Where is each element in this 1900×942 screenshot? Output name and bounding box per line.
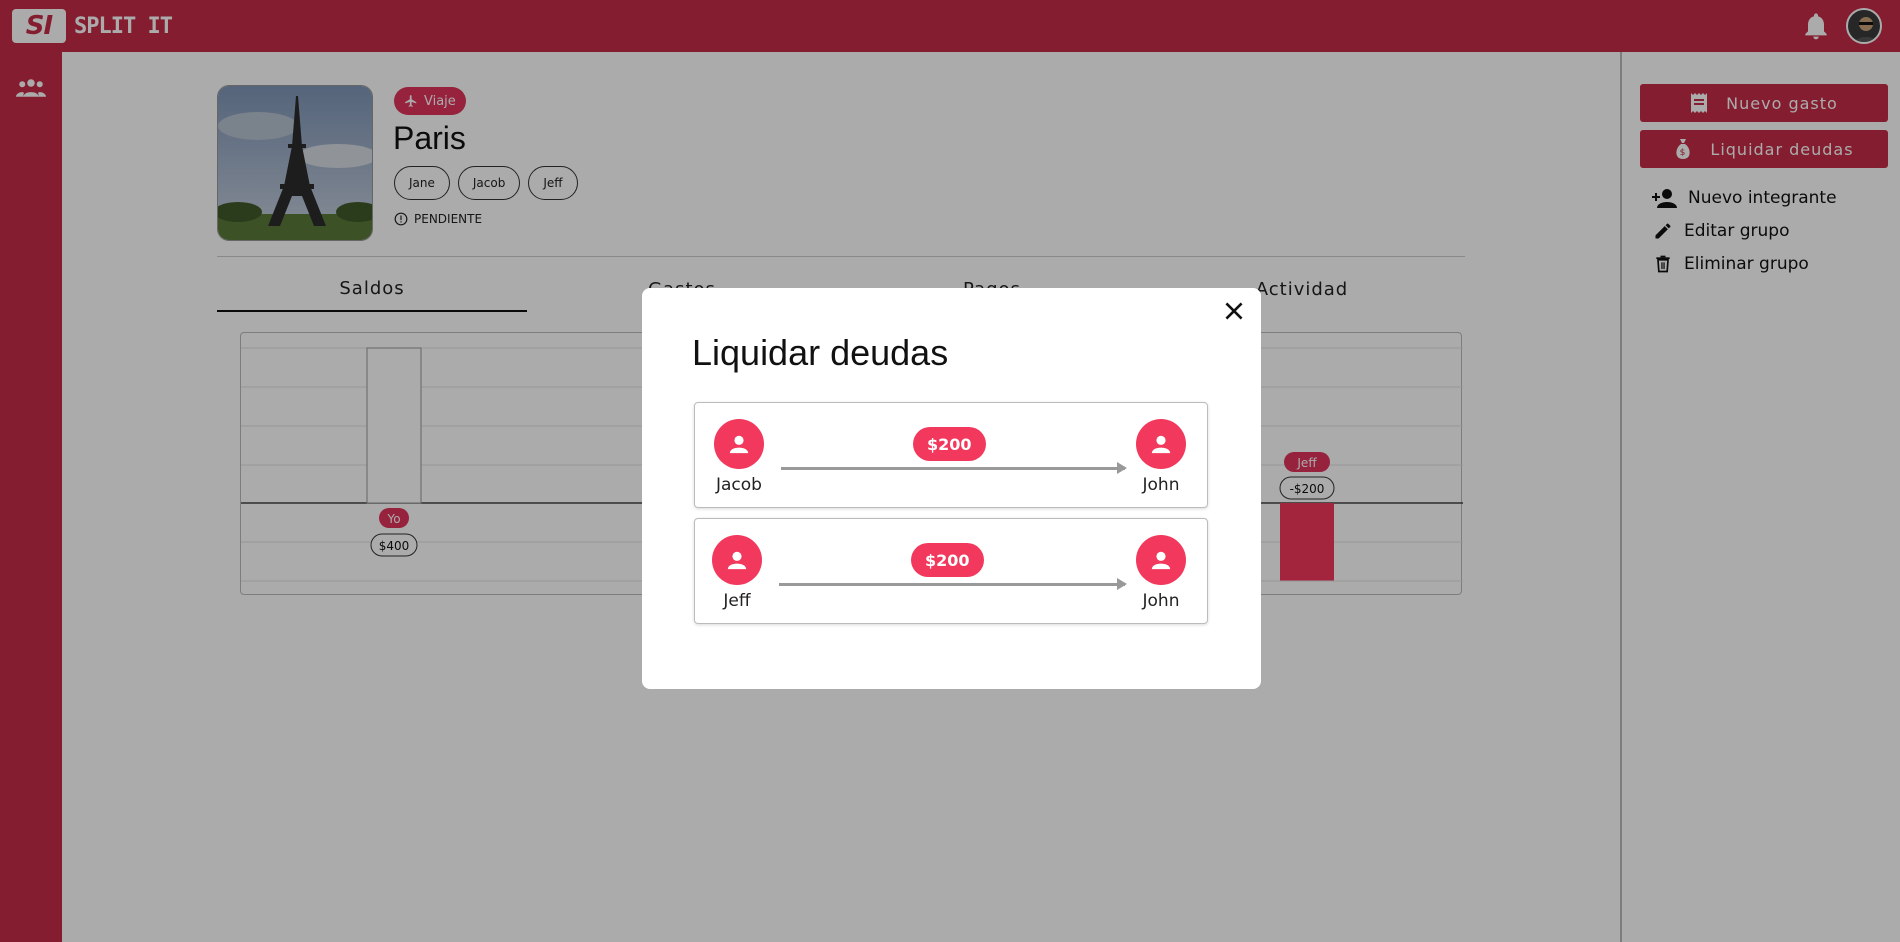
close-icon[interactable] [1221, 298, 1247, 324]
debt-amount-badge: $200 [911, 543, 984, 577]
creditor: John [1129, 419, 1193, 495]
arrow-icon [781, 462, 1127, 474]
debtor: Jacob [707, 419, 771, 495]
person-icon [712, 535, 762, 585]
debtor-name: Jacob [716, 475, 762, 495]
arrow-icon [779, 578, 1127, 590]
debtor: Jeff [705, 535, 769, 611]
creditor-name: John [1142, 591, 1180, 611]
creditor-name: John [1142, 475, 1180, 495]
person-icon [714, 419, 764, 469]
person-icon [1136, 419, 1186, 469]
debt-card: Jeff $200 John [694, 518, 1208, 624]
person-icon [1136, 535, 1186, 585]
debt-amount-badge: $200 [913, 427, 986, 461]
settle-debts-modal: Liquidar deudas Jacob $200 John Jeff $20… [642, 288, 1261, 689]
modal-title: Liquidar deudas [692, 332, 949, 373]
debtor-name: Jeff [723, 591, 751, 611]
creditor: John [1129, 535, 1193, 611]
debt-card: Jacob $200 John [694, 402, 1208, 508]
